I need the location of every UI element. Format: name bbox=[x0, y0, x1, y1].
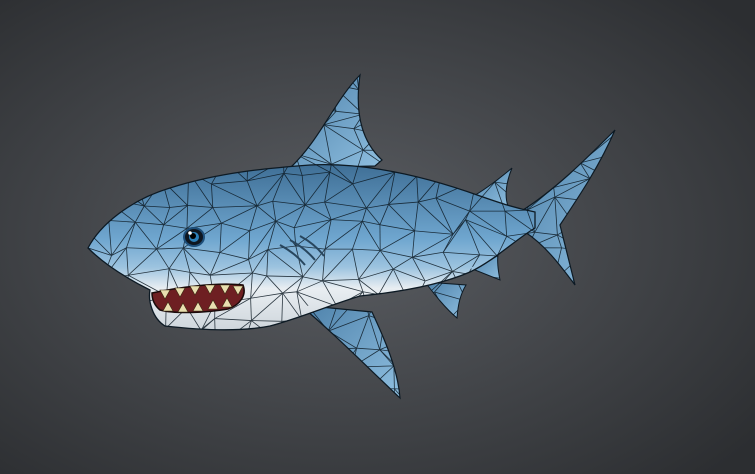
eye bbox=[183, 227, 205, 247]
mesh-edge bbox=[393, 365, 395, 389]
shark-render-viewport bbox=[0, 0, 755, 474]
